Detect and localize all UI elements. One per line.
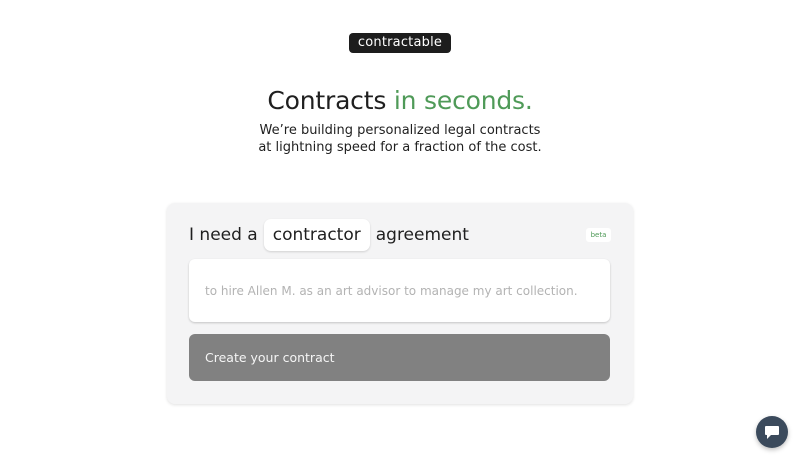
contract-form-card: I need a contractor agreement beta Creat… [167,203,633,404]
agreement-prefix: I need a [189,225,258,245]
agreement-type-row: I need a contractor agreement [189,219,469,251]
headline-main: Contracts [267,86,387,115]
agreement-type-selector[interactable]: contractor [263,219,370,251]
page-subtitle: We’re building personalized legal contra… [0,122,800,156]
chat-launcher-button[interactable] [756,416,788,448]
contract-description-input[interactable] [189,259,610,322]
chat-bubble-icon [765,425,779,439]
landing-page: contractable Contracts in seconds. We’re… [0,0,800,458]
create-contract-button[interactable]: Create your contract [189,334,610,381]
subtitle-line-2: at lightning speed for a fraction of the… [258,140,542,155]
beta-badge: beta [586,228,611,242]
agreement-suffix: agreement [375,225,469,245]
subtitle-line-1: We’re building personalized legal contra… [259,123,541,138]
page-title: Contracts in seconds. [0,84,800,118]
headline-accent: in seconds. [393,86,533,115]
brand-logo[interactable]: contractable [349,33,451,53]
